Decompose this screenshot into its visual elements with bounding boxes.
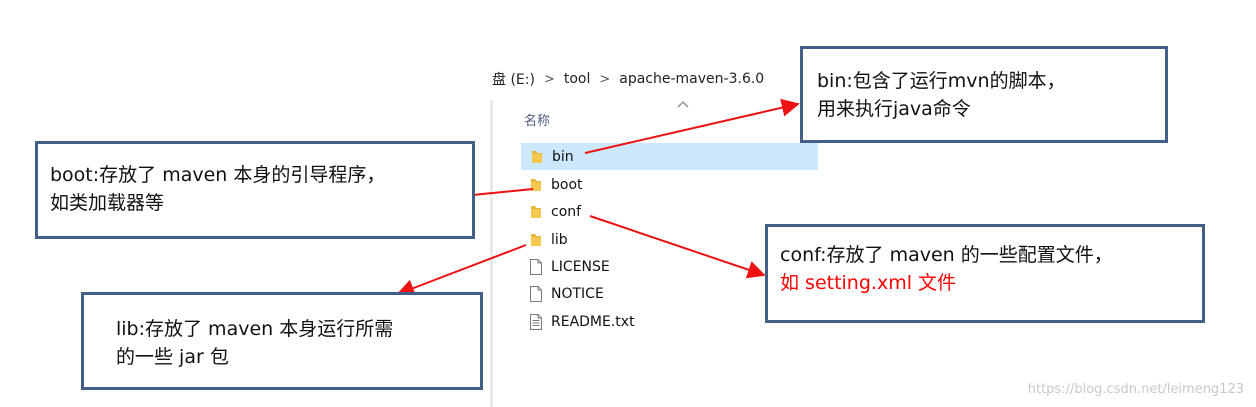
note-bin-line2: 用来执行java命令 bbox=[817, 98, 971, 120]
note-boot-line2: 如类加载器等 bbox=[50, 192, 165, 214]
arrow-lib bbox=[396, 244, 527, 297]
note-conf-line1: conf:存放了 maven 的一些配置文件， bbox=[780, 244, 1113, 266]
arrow-bin bbox=[584, 98, 800, 154]
note-conf: conf:存放了 maven 的一些配置文件， 如 setting.xml 文件 bbox=[765, 224, 1205, 323]
note-boot-line1: boot:存放了 maven 本身的引导程序， bbox=[50, 164, 386, 186]
note-lib-line1: lib:存放了 maven 本身运行所需 bbox=[116, 318, 394, 340]
note-lib-line2: 的一些 jar 包 bbox=[116, 346, 229, 368]
note-boot: boot:存放了 maven 本身的引导程序， 如类加载器等 bbox=[35, 141, 475, 239]
arrow-conf bbox=[589, 215, 766, 279]
watermark: https://blog.csdn.net/leimeng123 bbox=[1027, 382, 1244, 397]
note-conf-line2: 如 setting.xml 文件 bbox=[780, 272, 957, 294]
note-bin: bin:包含了运行mvn的脚本， 用来执行java命令 bbox=[800, 46, 1168, 143]
note-bin-line1: bin:包含了运行mvn的脚本， bbox=[817, 70, 1066, 92]
note-lib: lib:存放了 maven 本身运行所需 的一些 jar 包 bbox=[81, 292, 483, 390]
